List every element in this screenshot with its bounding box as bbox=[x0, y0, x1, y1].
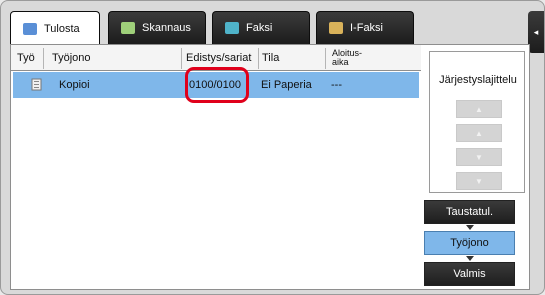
sort-panel: Järjestyslajittelu ▲ ▲ ▼ ▼ bbox=[429, 51, 525, 193]
sort-down-button[interactable]: ▼ bbox=[456, 148, 502, 166]
chevron-left-icon: ◂ bbox=[533, 26, 539, 37]
double-down-arrow-icon: ▼ bbox=[475, 176, 483, 186]
tab-tulosta[interactable]: Tulosta bbox=[10, 11, 100, 46]
header-queue: Työjono bbox=[52, 52, 91, 64]
tab-faksi[interactable]: Faksi bbox=[212, 11, 310, 44]
fax-icon bbox=[225, 22, 239, 34]
scan-icon bbox=[121, 22, 135, 34]
row-start-time: --- bbox=[331, 79, 342, 91]
header-status: Tila bbox=[262, 52, 280, 64]
header-divider bbox=[43, 48, 44, 69]
filter-background-button[interactable]: Taustatul. bbox=[424, 200, 515, 224]
sort-up-button[interactable]: ▲ bbox=[456, 124, 502, 142]
flow-arrow-icon bbox=[466, 256, 474, 261]
tab-label: Skannaus bbox=[142, 22, 191, 34]
tab-label: I-Faksi bbox=[350, 22, 383, 34]
copy-job-icon bbox=[31, 72, 43, 98]
down-arrow-icon: ▼ bbox=[475, 152, 483, 162]
progress-highlight-callout bbox=[185, 67, 249, 103]
tab-label: Faksi bbox=[246, 22, 273, 34]
tab-bar: Tulosta Skannaus Faksi I-Faksi bbox=[10, 11, 530, 46]
header-start-time: Aloitus- aika bbox=[332, 45, 362, 71]
filter-queue-button[interactable]: Työjono bbox=[424, 231, 515, 255]
double-up-arrow-icon: ▲ bbox=[475, 104, 483, 114]
side-panel-tab[interactable]: ◂ bbox=[528, 11, 544, 53]
tab-i-faksi[interactable]: I-Faksi bbox=[316, 11, 414, 44]
header-job: Työ bbox=[17, 52, 35, 64]
internet-fax-icon bbox=[329, 22, 343, 34]
tab-label: Tulosta bbox=[44, 23, 80, 35]
filter-done-button[interactable]: Valmis bbox=[424, 262, 515, 286]
header-divider bbox=[325, 48, 326, 69]
sort-top-button[interactable]: ▲ bbox=[456, 100, 502, 118]
header-start-line2: aika bbox=[332, 57, 349, 67]
sort-title: Järjestyslajittelu bbox=[439, 74, 517, 86]
print-icon bbox=[23, 23, 37, 35]
flow-arrow-icon bbox=[466, 225, 474, 230]
header-divider bbox=[258, 48, 259, 69]
up-arrow-icon: ▲ bbox=[475, 128, 483, 138]
tab-skannaus[interactable]: Skannaus bbox=[108, 11, 206, 44]
sort-bottom-button[interactable]: ▼ bbox=[456, 172, 502, 190]
row-status: Ei Paperia bbox=[261, 79, 312, 91]
row-queue: Kopioi bbox=[59, 79, 90, 91]
job-status-window: Tulosta Skannaus Faksi I-Faksi ◂ Työ Työ… bbox=[0, 0, 545, 295]
header-divider bbox=[181, 48, 182, 69]
